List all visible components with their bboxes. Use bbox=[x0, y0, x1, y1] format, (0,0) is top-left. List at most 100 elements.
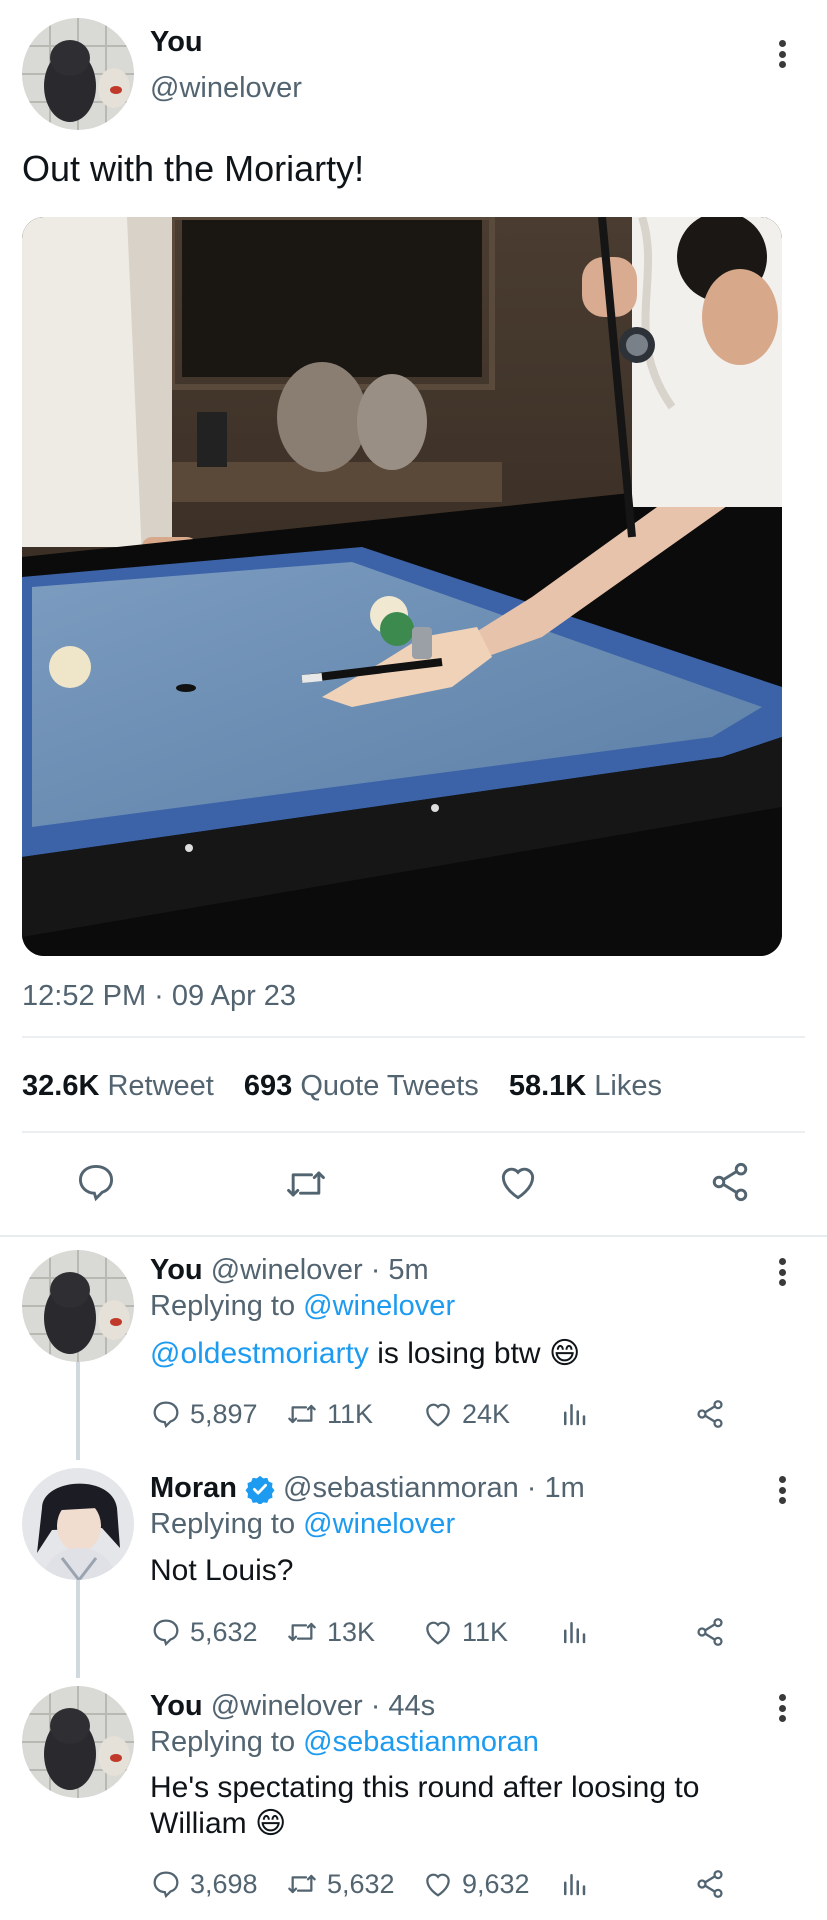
reply-count: 3,698 bbox=[190, 1868, 258, 1899]
reply-body-line-2-text: William bbox=[150, 1807, 247, 1840]
verified-badge-icon bbox=[245, 1475, 275, 1504]
reply-author-handle[interactable]: @winelover bbox=[211, 1690, 363, 1722]
main-tweet-more-icon[interactable] bbox=[772, 36, 792, 72]
reply-like-button[interactable]: 11K bbox=[422, 1612, 508, 1652]
reply-avatar[interactable] bbox=[22, 1468, 134, 1580]
grinning-emoji: 😄 bbox=[548, 1337, 581, 1370]
main-tweet-retweet-button[interactable] bbox=[283, 1162, 329, 1211]
likes-label: Likes bbox=[594, 1070, 662, 1102]
quotes-stat[interactable]: 693 Quote Tweets bbox=[244, 1070, 487, 1102]
heart-icon bbox=[426, 1403, 450, 1427]
likes-stat[interactable]: 58.1K Likes bbox=[509, 1070, 662, 1102]
reply-views-button[interactable] bbox=[559, 1864, 589, 1904]
reply-avatar[interactable] bbox=[22, 1686, 134, 1798]
main-tweet-timestamp[interactable]: 12:52 PM · 09 Apr 23 bbox=[22, 980, 296, 1013]
reply-body: is losing btw bbox=[368, 1337, 541, 1370]
reply-time: · 5m bbox=[370, 1254, 429, 1286]
reply-body-line-2: William 😄 bbox=[150, 1806, 800, 1842]
reply-icon bbox=[78, 1164, 114, 1202]
reply-like-button[interactable]: 9,632 bbox=[422, 1864, 530, 1904]
reply-author-name[interactable]: You bbox=[150, 1690, 203, 1722]
reply-header: Moran @sebastianmoran · 1m bbox=[150, 1472, 585, 1505]
retweet-count: 5,632 bbox=[327, 1868, 395, 1899]
reply-icon bbox=[153, 1401, 179, 1429]
replying-to-link[interactable]: @winelover bbox=[303, 1290, 455, 1322]
retweet-icon bbox=[288, 1404, 316, 1424]
heart-icon bbox=[501, 1167, 535, 1200]
share-icon bbox=[697, 1870, 723, 1898]
like-count: 24K bbox=[462, 1398, 511, 1429]
reply-retweet-button[interactable]: 5,632 bbox=[285, 1864, 395, 1904]
mention-link[interactable]: @oldestmoriarty bbox=[150, 1337, 369, 1370]
main-tweet-stats: 32.6K Retweet 693 Quote Tweets 58.1K Lik… bbox=[22, 1070, 662, 1103]
reply-retweet-button[interactable]: 11K bbox=[285, 1394, 373, 1434]
retweets-label: Retweet bbox=[107, 1070, 214, 1102]
reply-count: 5,632 bbox=[190, 1616, 258, 1647]
reply-reply-button[interactable]: 5,632 bbox=[150, 1612, 258, 1652]
reply-body-line-1: He's spectating this round after loosing… bbox=[150, 1771, 700, 1804]
quotes-count: 693 bbox=[243, 1070, 293, 1102]
views-icon bbox=[564, 1622, 586, 1644]
thread-line bbox=[76, 1578, 80, 1678]
replying-to-prefix: Replying to bbox=[150, 1508, 296, 1540]
share-icon bbox=[697, 1618, 723, 1646]
reply-text: @oldestmoriarty is losing btw 😄 bbox=[150, 1336, 580, 1372]
quotes-label: Quote Tweets bbox=[300, 1070, 479, 1102]
main-tweet-avatar[interactable] bbox=[22, 18, 134, 130]
reply-views-button[interactable] bbox=[559, 1612, 589, 1652]
reply-share-button[interactable] bbox=[694, 1394, 726, 1434]
reply-author-name[interactable]: You bbox=[150, 1254, 203, 1286]
reply-text: He's spectating this round after loosing… bbox=[150, 1770, 800, 1842]
like-count: 11K bbox=[462, 1616, 509, 1647]
reply-header: You @winelover · 5m bbox=[150, 1254, 429, 1287]
reply-more-icon[interactable] bbox=[772, 1254, 792, 1290]
section-divider bbox=[0, 1235, 827, 1237]
retweet-count: 11K bbox=[327, 1398, 374, 1429]
reply-more-icon[interactable] bbox=[772, 1472, 792, 1508]
main-tweet-like-button[interactable] bbox=[496, 1160, 540, 1209]
replying-to-prefix: Replying to bbox=[150, 1726, 296, 1758]
reply-count: 5,897 bbox=[190, 1398, 258, 1429]
views-icon bbox=[564, 1404, 586, 1426]
retweet-icon bbox=[288, 1874, 316, 1894]
replying-to-line: Replying to @winelover bbox=[150, 1290, 455, 1323]
reply-more-icon[interactable] bbox=[772, 1690, 792, 1726]
main-tweet-reply-button[interactable] bbox=[74, 1160, 118, 1209]
likes-count: 58.1K bbox=[508, 1070, 587, 1102]
reply-reply-button[interactable]: 3,698 bbox=[150, 1864, 258, 1904]
replying-to-link[interactable]: @sebastianmoran bbox=[303, 1726, 539, 1758]
heart-icon bbox=[426, 1873, 450, 1897]
reply-like-button[interactable]: 24K bbox=[422, 1394, 510, 1434]
reply-header: You @winelover · 44s bbox=[150, 1690, 435, 1723]
reply-share-button[interactable] bbox=[694, 1864, 726, 1904]
reply-icon bbox=[153, 1871, 179, 1899]
reply-reply-button[interactable]: 5,897 bbox=[150, 1394, 258, 1434]
main-tweet-share-button[interactable] bbox=[708, 1160, 752, 1209]
divider bbox=[22, 1131, 805, 1133]
reply-views-button[interactable] bbox=[559, 1394, 589, 1434]
grinning-emoji: 😄 bbox=[255, 1807, 287, 1840]
thread-line bbox=[76, 1360, 80, 1460]
reply-share-button[interactable] bbox=[694, 1612, 726, 1652]
replying-to-line: Replying to @winelover bbox=[150, 1508, 455, 1541]
reply-time: · 1m bbox=[526, 1472, 585, 1504]
main-tweet-photo[interactable] bbox=[22, 217, 782, 956]
replying-to-line: Replying to @sebastianmoran bbox=[150, 1726, 539, 1759]
retweets-stat[interactable]: 32.6K Retweet bbox=[22, 1070, 222, 1102]
reply-retweet-button[interactable]: 13K bbox=[285, 1612, 375, 1652]
main-tweet-author-name[interactable]: You bbox=[150, 26, 203, 59]
like-count: 9,632 bbox=[462, 1868, 530, 1899]
reply-time: · 44s bbox=[370, 1690, 436, 1722]
share-icon bbox=[712, 1162, 748, 1202]
retweets-count: 32.6K bbox=[22, 1070, 100, 1102]
reply-icon bbox=[153, 1619, 179, 1647]
main-tweet-author-handle[interactable]: @winelover bbox=[150, 72, 302, 105]
retweet-count: 13K bbox=[327, 1616, 376, 1647]
heart-icon bbox=[426, 1621, 450, 1645]
reply-author-handle[interactable]: @winelover bbox=[211, 1254, 363, 1286]
replying-to-link[interactable]: @winelover bbox=[303, 1508, 455, 1540]
reply-avatar[interactable] bbox=[22, 1250, 134, 1362]
reply-author-handle[interactable]: @sebastianmoran bbox=[283, 1472, 519, 1505]
reply-author-name[interactable]: Moran bbox=[150, 1472, 237, 1505]
retweet-icon bbox=[288, 1622, 316, 1642]
